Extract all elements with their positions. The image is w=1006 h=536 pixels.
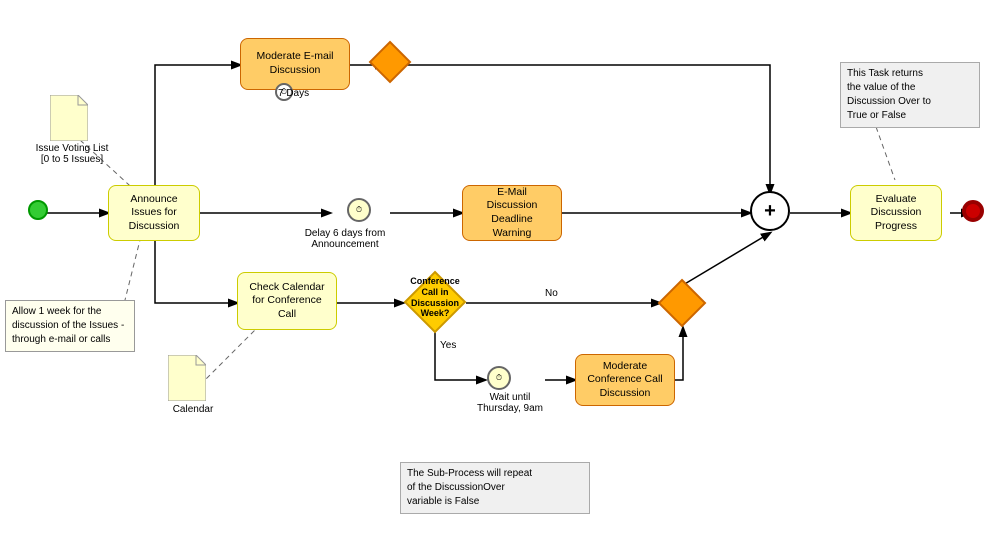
issue-voting-doc — [50, 95, 88, 144]
email-deadline-label: E-MailDiscussionDeadlineWarning — [487, 186, 538, 241]
announce-issues-label: AnnounceIssues forDiscussion — [129, 193, 180, 234]
announce-issues-task[interactable]: AnnounceIssues forDiscussion — [108, 185, 200, 241]
wait-label: Wait untilThursday, 9am — [476, 392, 544, 414]
parallel-gateway: + — [750, 191, 790, 231]
yes-label: Yes — [440, 340, 456, 351]
start-event — [28, 200, 48, 220]
calendar-label: Calendar — [168, 404, 218, 415]
allow-week-note: Allow 1 week for thediscussion of the Is… — [5, 300, 135, 352]
no-label: No — [545, 288, 558, 299]
check-calendar-label: Check Calendarfor ConferenceCall — [249, 281, 324, 322]
subprocess-note: The Sub-Process will repeatof the Discus… — [400, 462, 590, 514]
delay-label: Delay 6 days fromAnnouncement — [295, 228, 395, 250]
moderate-email-task[interactable]: Moderate E-mailDiscussion — [240, 38, 350, 90]
seven-days-label: 7 Days — [278, 88, 309, 99]
evaluate-task[interactable]: EvaluateDiscussionProgress — [850, 185, 942, 241]
moderate-conf-task[interactable]: ModerateConference CallDiscussion — [575, 354, 675, 406]
gateway-right — [657, 278, 707, 328]
check-calendar-task[interactable]: Check Calendarfor ConferenceCall — [237, 272, 337, 330]
conference-gateway: ConferenceCall inDiscussionWeek? — [403, 270, 467, 334]
evaluate-label: EvaluateDiscussionProgress — [871, 193, 922, 234]
calendar-doc — [168, 355, 206, 404]
wait-timer: ⏱ — [487, 366, 511, 390]
email-deadline-task[interactable]: E-MailDiscussionDeadlineWarning — [462, 185, 562, 241]
moderate-conf-label: ModerateConference CallDiscussion — [587, 360, 662, 401]
bpmn-diagram: AnnounceIssues forDiscussion Moderate E-… — [0, 0, 1006, 536]
issue-voting-label: Issue Voting List[0 to 5 Issues] — [32, 143, 112, 165]
end-event — [962, 200, 984, 222]
delay-timer: ⏱ — [347, 198, 371, 222]
gateway-top — [368, 40, 412, 84]
moderate-email-label: Moderate E-mailDiscussion — [256, 50, 333, 77]
task-returns-note: This Task returnsthe value of theDiscuss… — [840, 62, 980, 128]
